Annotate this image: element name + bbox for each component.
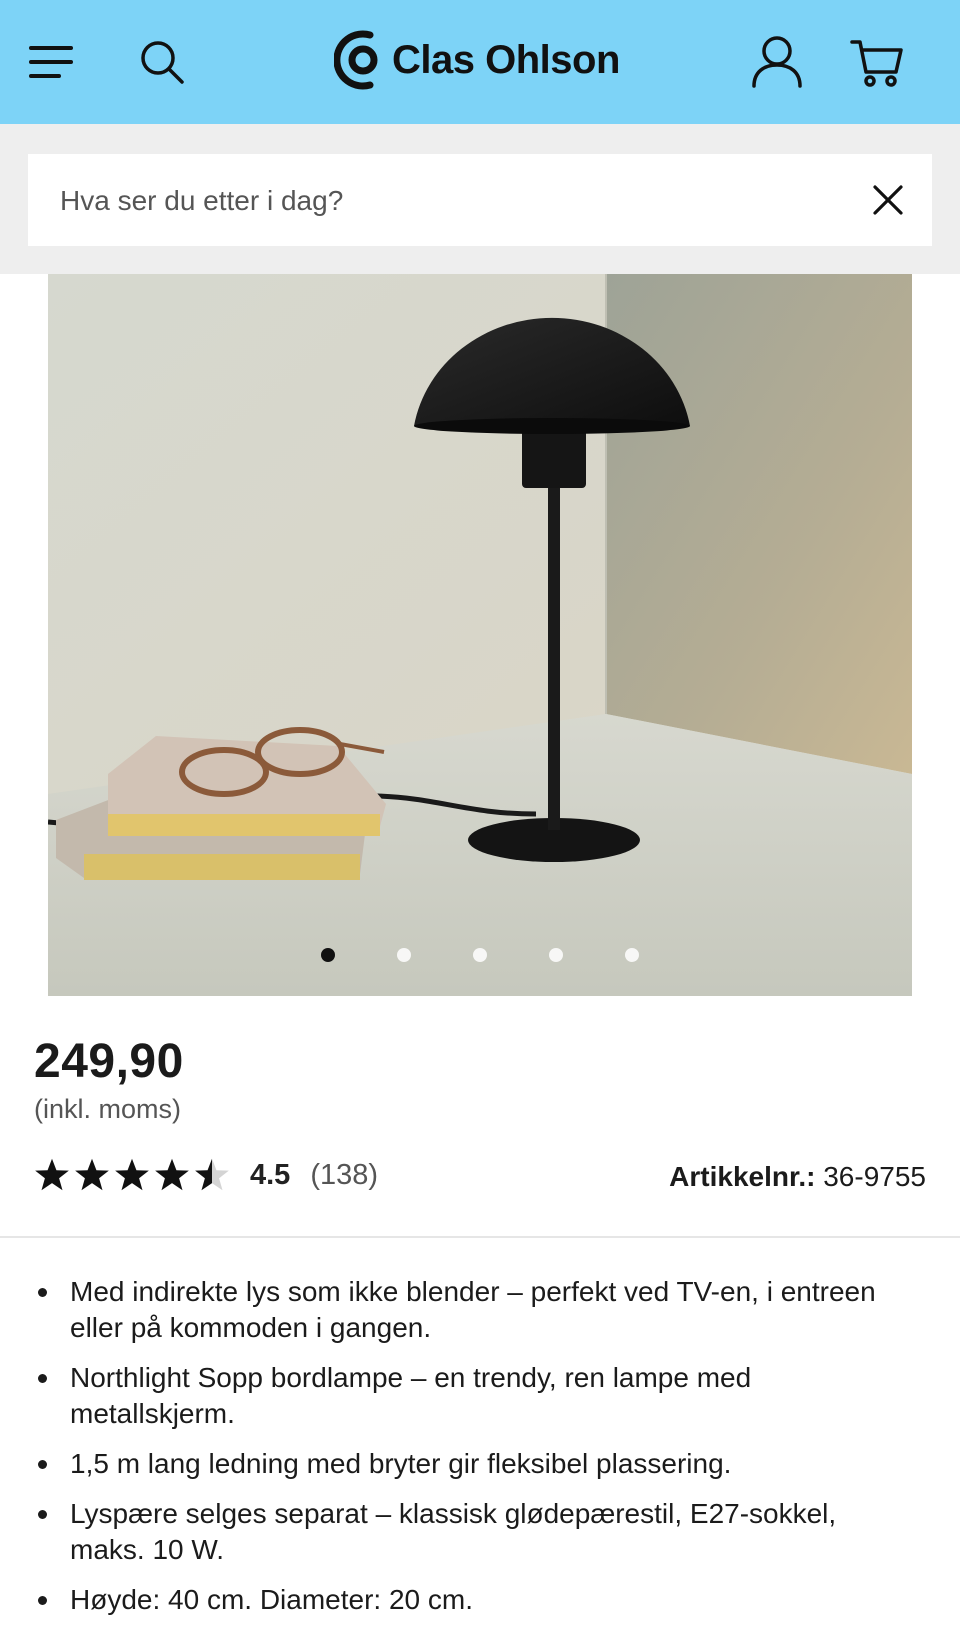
- section-divider: [0, 1236, 960, 1238]
- product-image-gallery[interactable]: [48, 274, 912, 996]
- gallery-dot[interactable]: [625, 948, 639, 962]
- product-price: 249,90: [34, 1035, 184, 1088]
- account-button[interactable]: [746, 30, 808, 92]
- search-icon: [141, 41, 184, 84]
- feature-item: 1,5 m lang ledning med bryter gir fleksi…: [34, 1446, 914, 1482]
- article-number-label: Artikkelnr.:: [669, 1161, 816, 1192]
- product-features: Med indirekte lys som ikke blender – per…: [34, 1274, 914, 1632]
- menu-button[interactable]: [24, 36, 80, 88]
- search-bar-section: [0, 124, 960, 274]
- gallery-dot[interactable]: [549, 948, 563, 962]
- brand-name: Clas Ohlson: [392, 37, 620, 82]
- rating-value: 4.5: [250, 1158, 291, 1191]
- review-count: (138): [310, 1158, 379, 1191]
- user-account-icon: [752, 36, 802, 88]
- star-full-icon: [35, 1158, 69, 1191]
- feature-item: Lyspære selges separat – klassisk glødep…: [34, 1496, 914, 1568]
- hamburger-menu-icon: [29, 46, 73, 78]
- vat-note: (inkl. moms): [34, 1094, 181, 1124]
- search-box: [28, 154, 932, 248]
- feature-item: Med indirekte lys som ikke blender – per…: [34, 1274, 914, 1346]
- rating-stars: [34, 1158, 230, 1192]
- search-input[interactable]: [58, 154, 842, 248]
- feature-item: Høyde: 40 cm. Diameter: 20 cm.: [34, 1582, 914, 1618]
- top-header: Clas Ohlson: [0, 0, 960, 124]
- close-icon: [873, 185, 903, 215]
- gallery-dot[interactable]: [321, 948, 335, 962]
- star-full-icon: [115, 1158, 149, 1191]
- article-number-value: 36-9755: [823, 1161, 926, 1192]
- clas-ohlson-logo-icon: [334, 30, 378, 90]
- star-full-icon: [155, 1158, 189, 1191]
- star-full-icon: [75, 1158, 109, 1191]
- header-search-button[interactable]: [134, 34, 190, 90]
- gallery-dot[interactable]: [397, 948, 411, 962]
- shopping-cart-icon: [850, 40, 903, 87]
- gallery-dot[interactable]: [473, 948, 487, 962]
- feature-item: Northlight Sopp bordlampe – en trendy, r…: [34, 1360, 914, 1432]
- cart-button[interactable]: [846, 32, 908, 94]
- gallery-pagination: [48, 948, 912, 962]
- brand-logo[interactable]: Clas Ohlson: [334, 26, 620, 94]
- star-half-icon: [195, 1158, 229, 1191]
- product-rating[interactable]: 4.5 (138): [34, 1152, 378, 1198]
- product-image: [48, 274, 912, 996]
- article-number: Artikkelnr.: 36-9755: [669, 1161, 926, 1193]
- clear-search-button[interactable]: [862, 174, 914, 226]
